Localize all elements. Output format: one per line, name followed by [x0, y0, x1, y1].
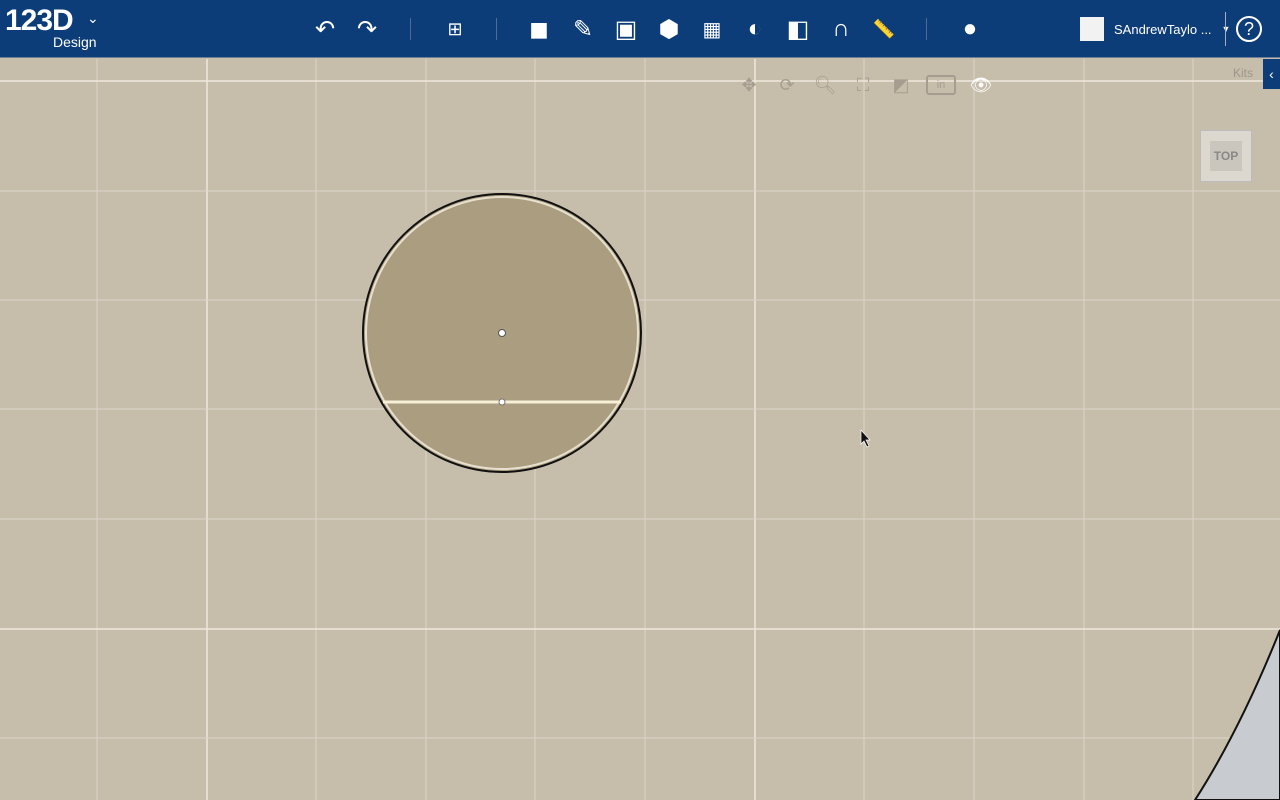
transform-button[interactable]: ⊞: [440, 14, 470, 44]
divider: [496, 18, 497, 40]
primitives-button[interactable]: ◼: [524, 14, 554, 44]
snap-button[interactable]: ∩: [826, 14, 856, 44]
help-button[interactable]: ?: [1236, 16, 1262, 42]
user-menu[interactable]: SAndrewTaylo ... ▼: [1080, 17, 1230, 41]
sketch-button[interactable]: ✎: [568, 14, 598, 44]
combine-button[interactable]: ◧: [783, 14, 813, 44]
logo-text: 123D: [5, 4, 74, 37]
kits-panel-toggle[interactable]: ‹: [1263, 59, 1280, 89]
view-cube[interactable]: TOP: [1200, 130, 1252, 182]
divider: [410, 18, 411, 40]
logo-subtext: Design: [53, 34, 97, 50]
3d-viewport[interactable]: [0, 59, 1280, 800]
navigation-bar: ✥ ⟳ 🔍︎ ⛶ ◩ in 👁︎: [736, 72, 994, 98]
midpoint[interactable]: [498, 398, 506, 406]
pan-icon[interactable]: ✥: [736, 72, 762, 98]
grouping-button[interactable]: ◐: [740, 14, 770, 44]
eye-icon[interactable]: 👁︎: [968, 72, 994, 98]
material-button[interactable]: ●: [955, 14, 985, 44]
app-logo[interactable]: 123D ⌄ Design: [5, 4, 99, 50]
measure-button[interactable]: 📏: [869, 14, 899, 44]
orbit-icon[interactable]: ⟳: [774, 72, 800, 98]
center-point[interactable]: [498, 329, 506, 337]
kits-label[interactable]: Kits: [1233, 66, 1253, 80]
view-mode-icon[interactable]: ◩: [888, 72, 914, 98]
grid: [0, 59, 1280, 800]
construct-button[interactable]: ▣: [611, 14, 641, 44]
large-shape-edge[interactable]: [1193, 629, 1280, 800]
divider: [1225, 12, 1226, 46]
redo-button[interactable]: ↷: [352, 14, 382, 44]
units-button[interactable]: in: [926, 75, 956, 95]
top-toolbar: 123D ⌄ Design ↶ ↷ ⊞ ◼ ✎ ▣ ⬢ ▦ ◐ ◧ ∩ 📏 ● …: [0, 0, 1280, 58]
pattern-button[interactable]: ▦: [697, 14, 727, 44]
chevron-down-icon: ⌄: [87, 10, 99, 26]
caret-down-icon: ▼: [1221, 24, 1231, 34]
user-name: SAndrewTaylo ...: [1114, 21, 1212, 37]
divider: [926, 18, 927, 40]
undo-button[interactable]: ↶: [310, 14, 340, 44]
mouse-cursor: [860, 429, 871, 448]
zoom-icon[interactable]: 🔍︎: [812, 72, 838, 98]
modify-button[interactable]: ⬢: [654, 14, 684, 44]
view-cube-face[interactable]: TOP: [1209, 141, 1243, 171]
avatar: [1080, 17, 1104, 41]
fit-icon[interactable]: ⛶: [850, 72, 876, 98]
